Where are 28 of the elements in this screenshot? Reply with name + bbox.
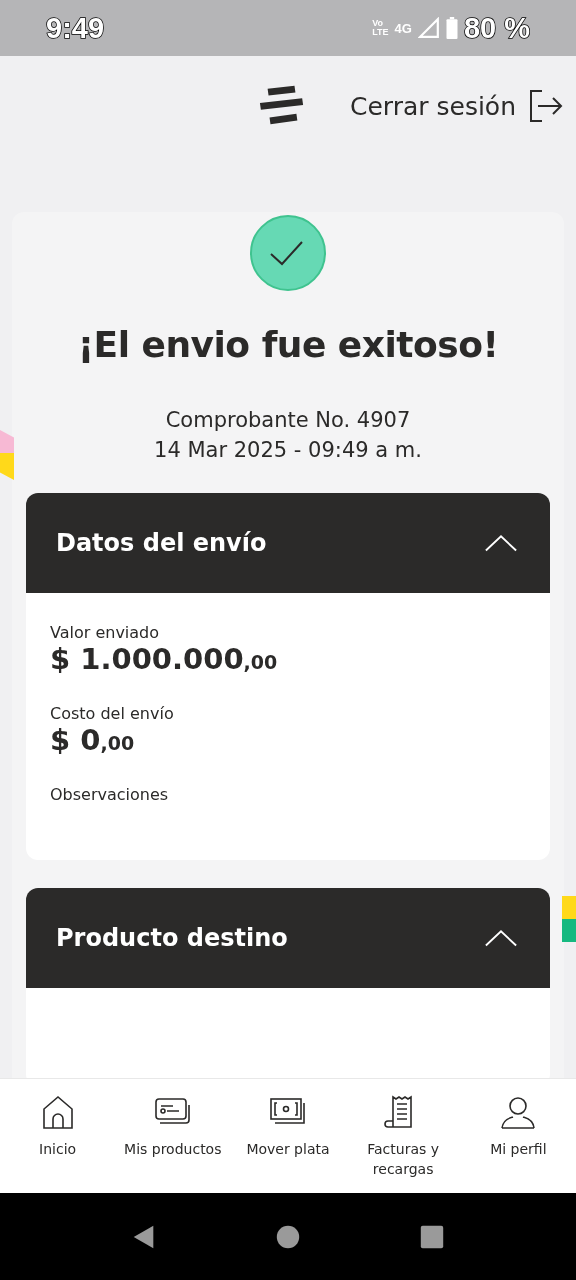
signal-icon (417, 17, 440, 39)
network-type: 4G (394, 20, 412, 36)
accent-stripe (562, 896, 576, 942)
chevron-icon (484, 928, 518, 948)
amount-value: $ 0,00 (50, 723, 136, 757)
nav-item[interactable]: Mover plata (231, 1095, 344, 1159)
volte-indicator: Vo LTE (372, 19, 389, 37)
receipt-date: 14 Mar 2025 - 09:49 a m. (154, 437, 422, 464)
accent-stripe (0, 430, 14, 480)
logout-icon (528, 88, 564, 124)
section-header[interactable]: Producto destino (26, 888, 550, 988)
battery-icon (445, 17, 458, 39)
chevron-icon (484, 533, 518, 553)
clock-time: 9:49 (46, 11, 105, 45)
nav-item[interactable]: Inicio (1, 1095, 114, 1159)
nav-item[interactable]: Mis productos (116, 1095, 229, 1159)
nav-item[interactable]: Facturas y recargas (347, 1095, 460, 1179)
logout-button[interactable]: Cerrar sesión (350, 88, 564, 124)
field-label: Valor enviado (50, 623, 161, 642)
success-check-icon (249, 214, 327, 292)
receipt-number: Comprobante No. 4907 (165, 407, 411, 434)
field-label: Costo del envío (50, 704, 175, 723)
battery-percent: 80 % (463, 11, 530, 45)
success-title: ¡El envio fue exitoso! (77, 324, 499, 365)
section-header[interactable]: Datos del envío (26, 493, 550, 593)
nav-item[interactable]: Mi perfil (462, 1095, 575, 1159)
field-label: Observaciones (50, 785, 170, 804)
amount-value: $ 1.000.000,00 (50, 642, 279, 676)
